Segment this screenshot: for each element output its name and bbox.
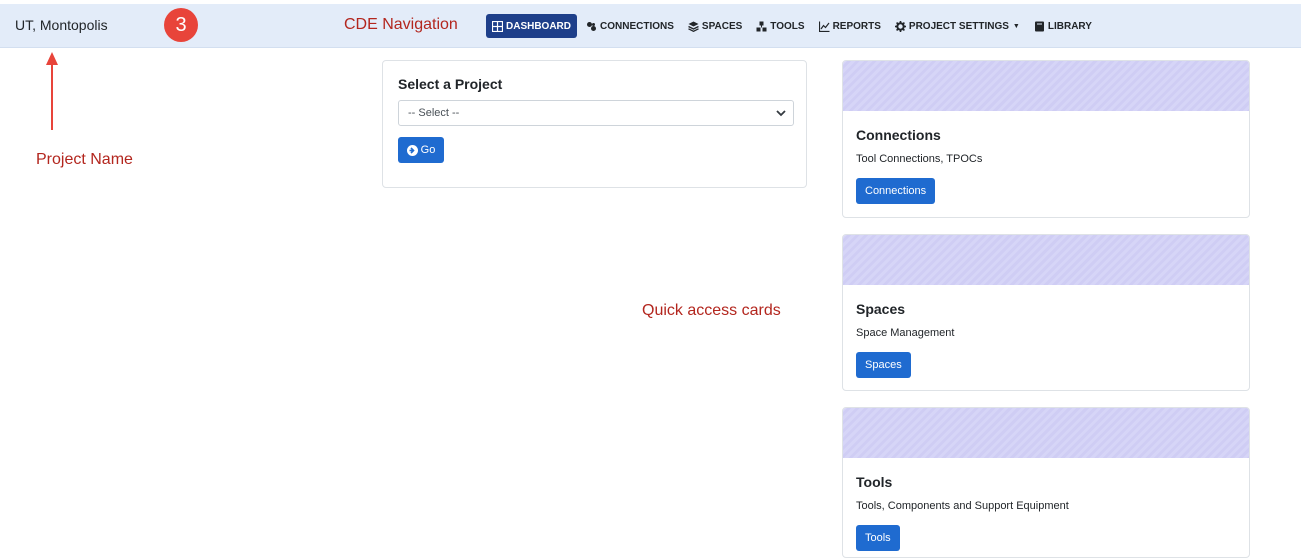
project-select-card: Select a Project -- Select -- Go <box>382 60 807 188</box>
go-button-label: Go <box>420 144 436 156</box>
nav-reports-label: REPORTS <box>832 20 881 32</box>
nav-reports[interactable]: REPORTS <box>814 14 886 38</box>
nav-dashboard-label: DASHBOARD <box>506 20 571 32</box>
tools-button[interactable]: Tools <box>856 525 900 551</box>
nav-tools-label: TOOLS <box>770 20 805 32</box>
nav-spaces[interactable]: SPACES <box>683 14 747 38</box>
go-button[interactable]: Go <box>398 137 444 163</box>
card-description: Space Management <box>856 327 955 339</box>
card-banner <box>843 235 1249 285</box>
grid-icon <box>492 20 503 32</box>
nav-dashboard[interactable]: DASHBOARD <box>486 14 577 38</box>
chart-icon <box>818 21 830 32</box>
card-banner <box>843 408 1249 458</box>
project-select-title: Select a Project <box>398 76 503 92</box>
connections-card: Connections Tool Connections, TPOCs Conn… <box>842 60 1250 218</box>
layers-icon <box>688 21 699 32</box>
nav-spaces-label: SPACES <box>701 20 743 32</box>
spaces-card: Spaces Space Management Spaces <box>842 234 1250 391</box>
arrow-circle-right-icon <box>406 144 418 156</box>
card-banner <box>843 61 1249 111</box>
nav-links: DASHBOARD CONNECTIONS SPACES TOOLS REPOR… <box>486 14 1101 38</box>
tools-icon <box>756 21 767 32</box>
gear-icon <box>894 20 906 32</box>
nav-connections[interactable]: CONNECTIONS <box>581 14 679 38</box>
card-description: Tools, Components and Support Equipment <box>856 500 1069 512</box>
card-description: Tool Connections, TPOCs <box>856 153 983 165</box>
chevron-down-icon: ▼ <box>1012 22 1020 30</box>
nav-library-label: LIBRARY <box>1047 20 1092 32</box>
project-select-dropdown[interactable]: -- Select -- <box>398 100 794 126</box>
nav-connections-label: CONNECTIONS <box>600 20 674 32</box>
nav-library[interactable]: LIBRARY <box>1029 14 1097 38</box>
nav-project-settings-label: PROJECT SETTINGS <box>908 20 1009 32</box>
tools-card: Tools Tools, Components and Support Equi… <box>842 407 1250 558</box>
project-select-value: -- Select -- <box>408 107 460 119</box>
card-title: Tools <box>856 474 893 490</box>
connections-icon <box>586 21 597 32</box>
quick-access-annotation: Quick access cards <box>642 302 781 319</box>
book-icon <box>1034 21 1045 32</box>
project-name: UT, Montopolis <box>15 17 108 33</box>
step-badge: 3 <box>164 8 198 42</box>
connections-button[interactable]: Connections <box>856 178 936 204</box>
page: UT, Montopolis 3 CDE Navigation DASHBOAR… <box>0 0 1301 558</box>
nav-project-settings[interactable]: PROJECT SETTINGS ▼ <box>890 14 1025 38</box>
project-name-annotation: Project Name <box>36 151 133 168</box>
card-title: Connections <box>856 127 941 143</box>
nav-tools[interactable]: TOOLS <box>751 14 809 38</box>
annotation-arrow-icon <box>46 52 58 130</box>
chevron-down-icon <box>776 110 786 117</box>
spaces-button[interactable]: Spaces <box>856 352 911 378</box>
navbar: UT, Montopolis 3 CDE Navigation DASHBOAR… <box>0 4 1301 48</box>
card-title: Spaces <box>856 301 906 317</box>
cde-navigation-annotation: CDE Navigation <box>344 16 458 33</box>
